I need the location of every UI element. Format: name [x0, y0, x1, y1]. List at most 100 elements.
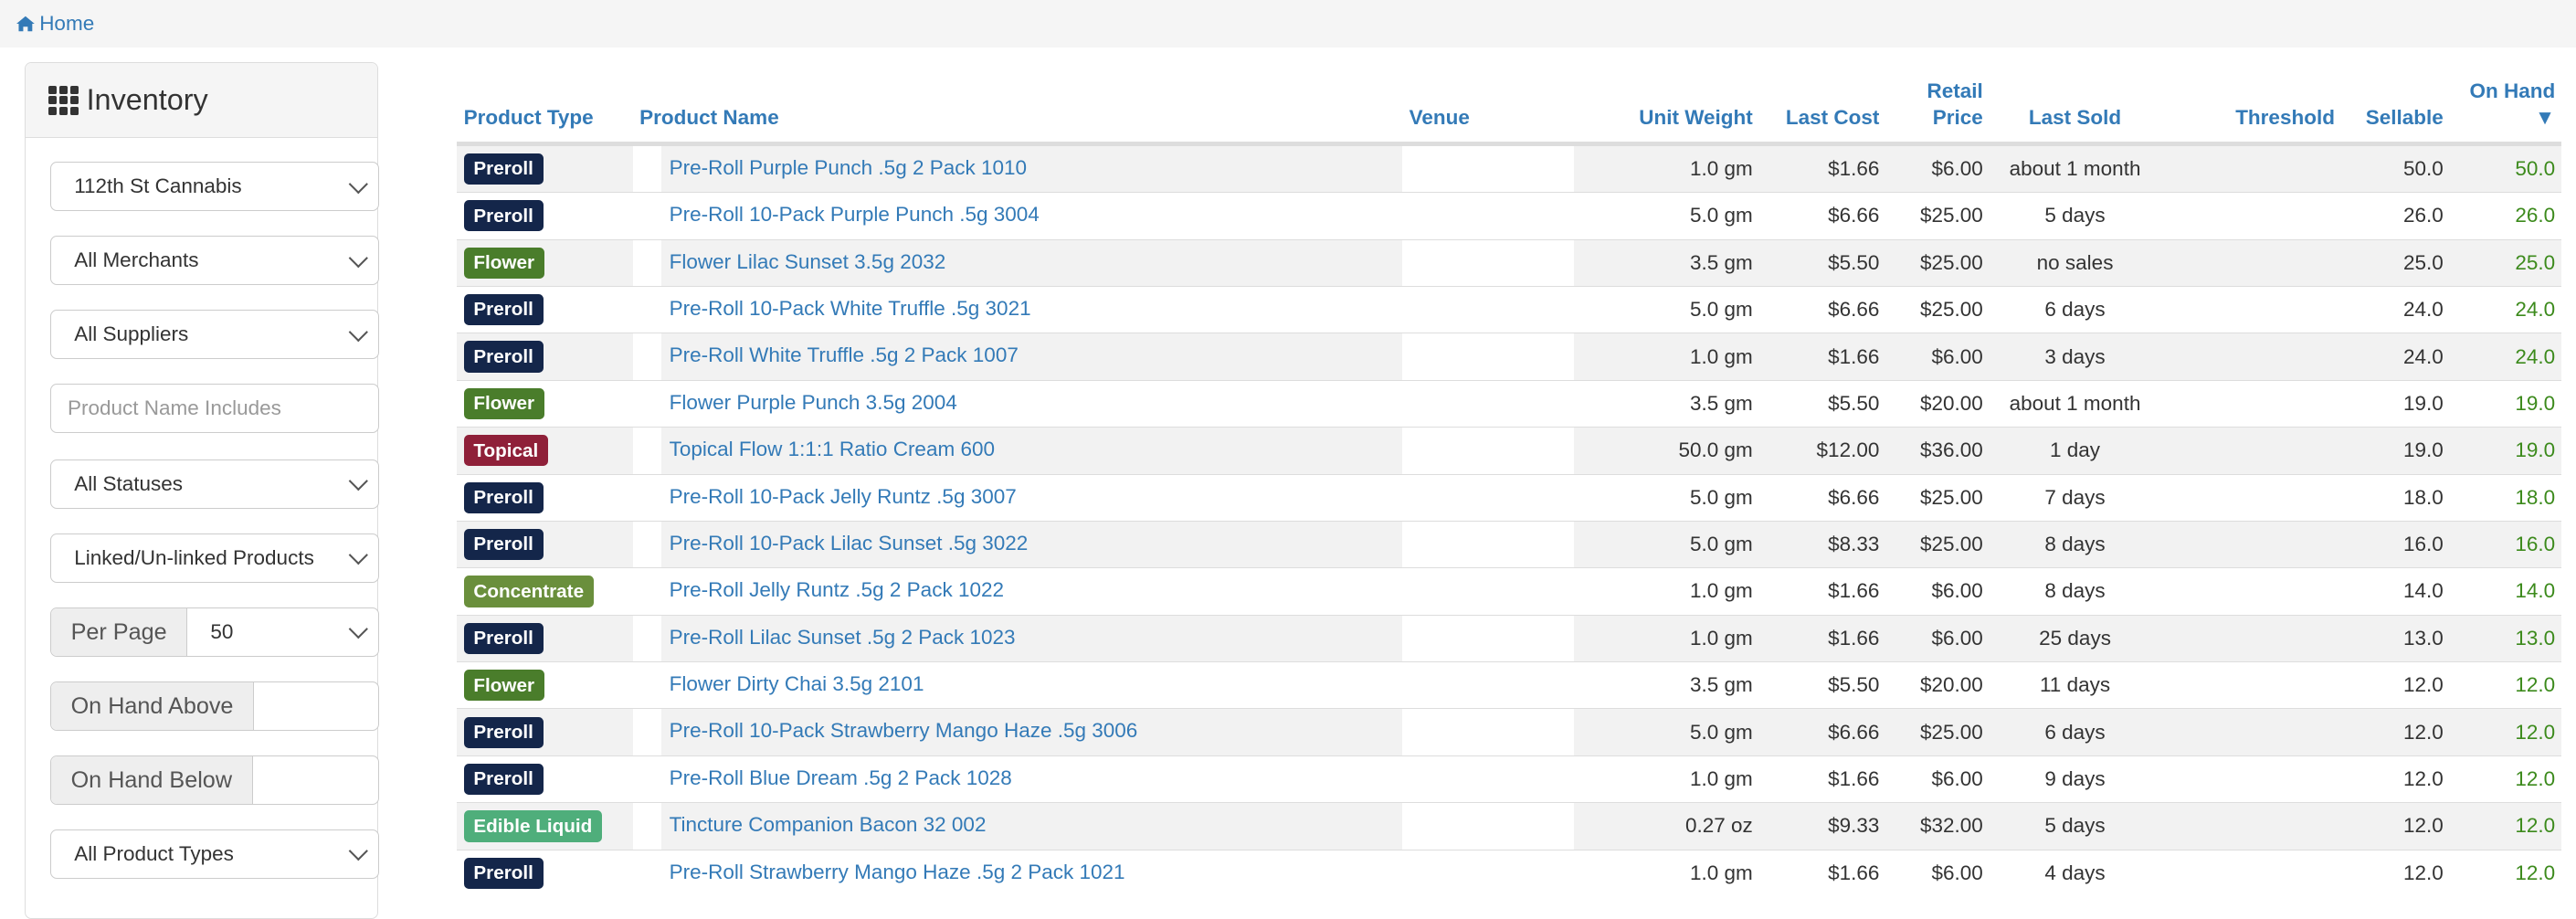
sellable-cell: 50.0: [2341, 143, 2450, 193]
product-type-cell: Preroll: [457, 333, 633, 381]
header-last-cost[interactable]: Last Cost: [1758, 62, 1886, 146]
on-hand-cell: 12.0: [2449, 802, 2562, 850]
product-name-link[interactable]: Flower Lilac Sunset 3.5g 2032: [670, 250, 946, 273]
last-sold-cell: 4 days: [1989, 849, 2161, 897]
product-name-link[interactable]: Pre-Roll Lilac Sunset .5g 2 Pack 1023: [670, 626, 1016, 649]
product-name-cell: Pre-Roll Blue Dream .5g 2 Pack 1028: [632, 755, 1403, 803]
chevron-down-icon: [348, 619, 368, 639]
on-hand-cell: 24.0: [2449, 285, 2562, 333]
on-hand-cell: 13.0: [2449, 614, 2562, 662]
product-type-cell: Edible Liquid: [457, 802, 633, 850]
product-name-cell: Pre-Roll 10-Pack White Truffle .5g 3021: [632, 285, 1403, 333]
last-sold-cell: 6 days: [1989, 285, 2161, 333]
on-hand-below-input[interactable]: [253, 756, 378, 804]
sellable-cell: 12.0: [2341, 755, 2450, 803]
product-name-link[interactable]: Pre-Roll 10-Pack Strawberry Mango Haze .…: [670, 720, 1138, 743]
venue-cell: [1402, 849, 1574, 897]
on-hand-cell: 19.0: [2449, 427, 2562, 475]
header-product-name[interactable]: Product Name: [632, 62, 1403, 146]
product-name-link[interactable]: Pre-Roll 10-Pack White Truffle .5g 3021: [670, 297, 1031, 320]
last-sold-cell: 3 days: [1989, 333, 2161, 381]
header-on-hand[interactable]: On Hand ▼: [2449, 62, 2562, 146]
on-hand-cell: 12.0: [2449, 661, 2562, 709]
venue-cell: [1402, 614, 1574, 662]
last-sold-cell: 1 day: [1989, 427, 2161, 475]
product-name-cell: Pre-Roll Strawberry Mango Haze .5g 2 Pac…: [632, 849, 1403, 897]
merchants-select[interactable]: All Merchants: [50, 236, 379, 286]
venue-cell: [1402, 427, 1574, 475]
table-row: Preroll Pre-Roll 10-Pack Strawberry Mango…: [457, 708, 2562, 756]
product-name-link[interactable]: Pre-Roll Jelly Runtz .5g 2 Pack 1022: [670, 578, 1004, 601]
header-sellable[interactable]: Sellable: [2341, 62, 2450, 146]
retail-price-cell: $25.00: [1885, 708, 1990, 756]
on-hand-cell: 14.0: [2449, 567, 2562, 616]
redaction: [632, 287, 661, 333]
threshold-cell: [2160, 192, 2342, 240]
statuses-select[interactable]: All Statuses: [50, 460, 379, 510]
threshold-cell: [2160, 567, 2342, 616]
product-type-cell: Preroll: [457, 285, 633, 333]
last-sold-cell: 5 days: [1989, 802, 2161, 850]
product-name-cell: Flower Purple Punch 3.5g 2004: [632, 379, 1403, 428]
retail-price-cell: $36.00: [1885, 427, 1990, 475]
per-page-select[interactable]: 50: [187, 608, 378, 656]
linked-value: Linked/Un-linked Products: [74, 546, 314, 570]
sellable-cell: 24.0: [2341, 333, 2450, 381]
header-threshold[interactable]: Threshold: [2160, 62, 2342, 146]
chevron-down-icon: [348, 322, 368, 342]
linked-products-select[interactable]: Linked/Un-linked Products: [50, 533, 379, 584]
product-name-link[interactable]: Tincture Companion Bacon 32 002: [670, 813, 987, 836]
sellable-cell: 19.0: [2341, 379, 2450, 428]
header-last-sold[interactable]: Last Sold: [1989, 62, 2161, 146]
product-type-badge: Concentrate: [463, 576, 594, 607]
sellable-cell: 12.0: [2341, 708, 2450, 756]
table-row: Preroll Pre-Roll 10-Pack Purple Punch .5g…: [457, 192, 2562, 240]
product-name-link[interactable]: Flower Dirty Chai 3.5g 2101: [670, 672, 924, 695]
venue-cell: [1402, 661, 1574, 709]
header-retail-price[interactable]: Retail Price: [1885, 62, 1990, 146]
location-select[interactable]: 112th St Cannabis: [50, 162, 379, 212]
product-name-link[interactable]: Pre-Roll Blue Dream .5g 2 Pack 1028: [670, 766, 1012, 789]
per-page-value: 50: [210, 620, 234, 644]
on-hand-below-label: On Hand Below: [51, 756, 253, 805]
product-type-badge: Preroll: [463, 481, 544, 513]
product-name-link[interactable]: Pre-Roll 10-Pack Jelly Runtz .5g 3007: [670, 485, 1017, 508]
product-name-link[interactable]: Pre-Roll Purple Punch .5g 2 Pack 1010: [670, 156, 1027, 179]
breadcrumb-home-link[interactable]: Home: [16, 12, 94, 36]
product-name-link[interactable]: Topical Flow 1:1:1 Ratio Cream 600: [670, 438, 995, 460]
last-cost-cell: $1.66: [1758, 143, 1886, 193]
last-sold-cell: 8 days: [1989, 567, 2161, 616]
product-type-badge: Preroll: [463, 153, 544, 185]
redaction: [632, 756, 661, 803]
header-unit-weight[interactable]: Unit Weight: [1573, 62, 1759, 146]
product-name-cell: Pre-Roll Lilac Sunset .5g 2 Pack 1023: [632, 614, 1403, 662]
product-name-cell: Flower Dirty Chai 3.5g 2101: [632, 661, 1403, 709]
inventory-table: Product Type Product Name Venue Unit Wei…: [457, 62, 2562, 897]
product-types-select[interactable]: All Product Types: [50, 829, 379, 880]
product-name-link[interactable]: Pre-Roll White Truffle .5g 2 Pack 1007: [670, 343, 1019, 366]
product-name-cell: Flower Lilac Sunset 3.5g 2032: [632, 238, 1403, 287]
header-venue[interactable]: Venue: [1402, 62, 1574, 146]
product-name-link[interactable]: Pre-Roll Strawberry Mango Haze .5g 2 Pac…: [670, 861, 1125, 883]
last-cost-cell: $5.50: [1758, 379, 1886, 428]
unit-weight-cell: 5.0 gm: [1573, 473, 1759, 522]
product-type-badge: Preroll: [463, 529, 544, 561]
threshold-cell: [2160, 661, 2342, 709]
redaction: [632, 803, 661, 850]
product-name-link[interactable]: Flower Purple Punch 3.5g 2004: [670, 391, 957, 414]
table-row: Preroll Pre-Roll 10-Pack Lilac Sunset .5g…: [457, 520, 2562, 568]
table-row: Concentrate Pre-Roll Jelly Runtz .5g 2 Pa…: [457, 567, 2562, 616]
sellable-cell: 13.0: [2341, 614, 2450, 662]
venue-cell: [1402, 708, 1574, 756]
last-cost-cell: $6.66: [1758, 285, 1886, 333]
table-row: Flower Flower Purple Punch 3.5g 2004 3.5 g…: [457, 379, 2562, 428]
product-name-input[interactable]: Product Name Includes: [50, 384, 379, 434]
suppliers-select[interactable]: All Suppliers: [50, 310, 379, 360]
product-name-link[interactable]: Pre-Roll 10-Pack Lilac Sunset .5g 3022: [670, 532, 1029, 555]
header-product-type[interactable]: Product Type: [457, 62, 633, 146]
product-name-link[interactable]: Pre-Roll 10-Pack Purple Punch .5g 3004: [670, 203, 1040, 226]
last-sold-cell: 6 days: [1989, 708, 2161, 756]
table-row: Flower Flower Dirty Chai 3.5g 2101 3.5 gm $…: [457, 661, 2562, 709]
on-hand-above-input[interactable]: [254, 682, 378, 730]
sellable-cell: 12.0: [2341, 661, 2450, 709]
